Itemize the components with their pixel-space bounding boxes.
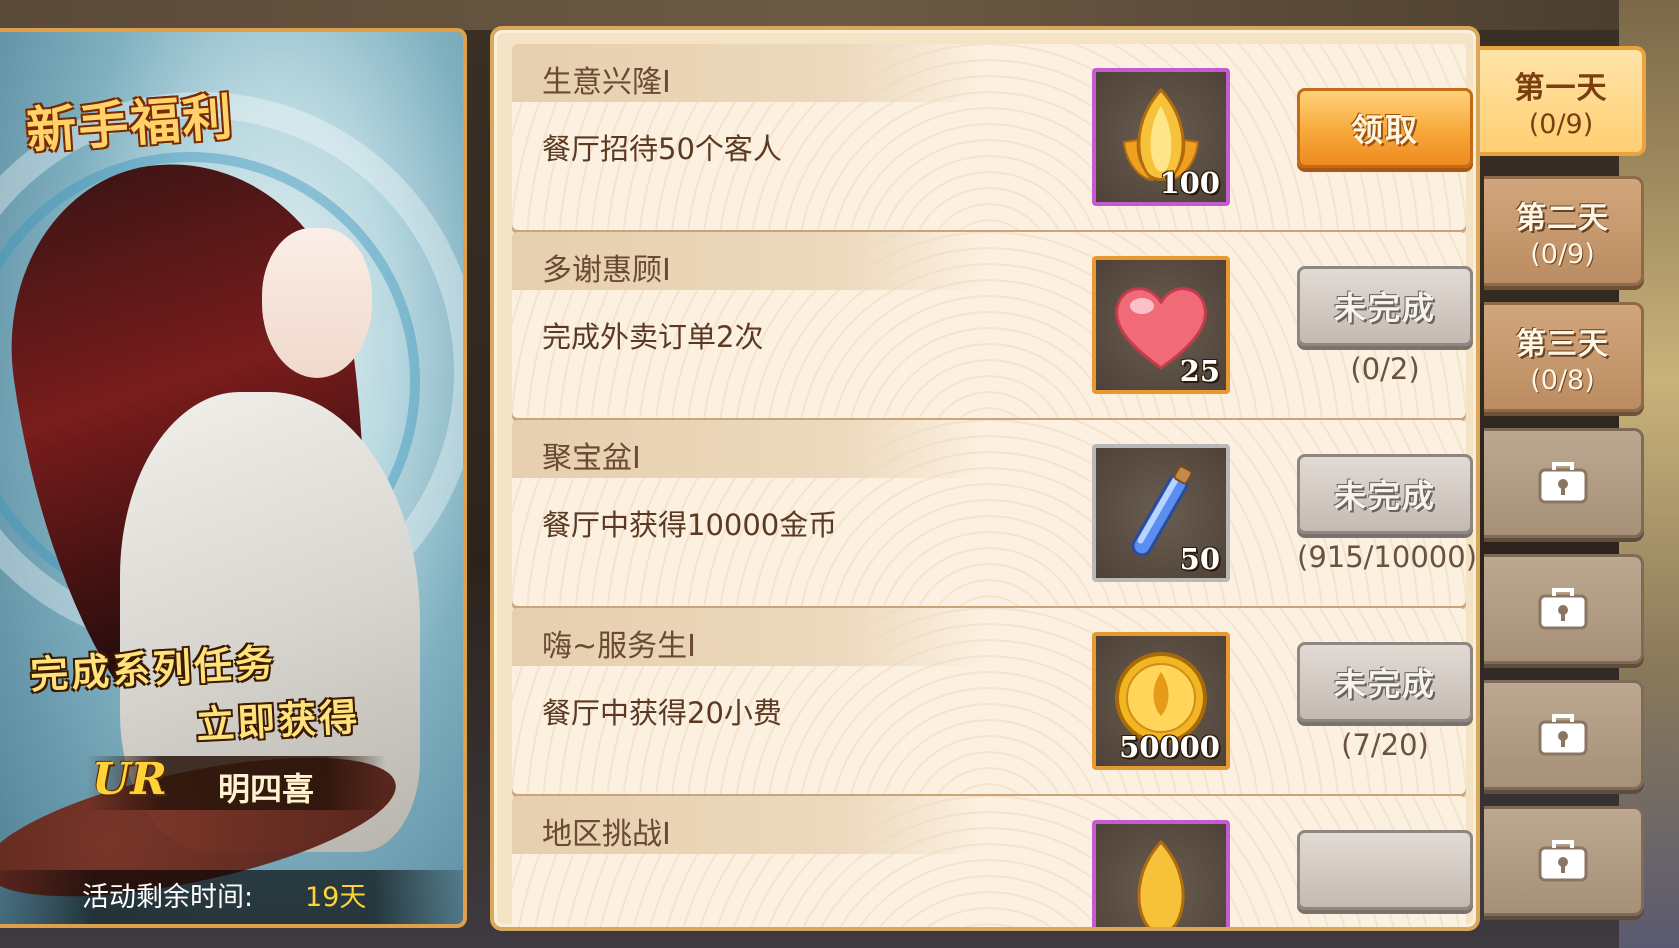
reward-slot[interactable]: 50 — [1092, 444, 1230, 582]
golden-flame-bud-icon — [1137, 839, 1185, 927]
task-title: 嗨~服务生I — [542, 629, 696, 664]
incomplete-button[interactable]: 未完成 — [1297, 642, 1473, 722]
tab-day-count: (0/9) — [1530, 238, 1595, 270]
event-timer-label: 活动剩余时间: — [82, 882, 254, 913]
task-title: 聚宝盆I — [542, 441, 641, 476]
banner-title: 新手福利 — [24, 86, 237, 161]
reward-slot[interactable]: 100 — [1092, 68, 1230, 206]
lock-icon — [1534, 708, 1592, 762]
task-description: 餐厅招待50个客人 — [542, 132, 782, 166]
task-progress: (7/20) — [1341, 728, 1429, 762]
reward-count: 50 — [1179, 542, 1220, 576]
incomplete-button[interactable]: 未完成 — [1297, 454, 1473, 534]
tab-day-2[interactable]: 第二天 (0/9) — [1484, 176, 1644, 286]
lock-icon — [1534, 834, 1592, 888]
tab-day-label: 第一天 — [1514, 70, 1608, 106]
tab-day-count: (0/9) — [1528, 108, 1594, 140]
tab-day-count: (0/8) — [1530, 364, 1595, 396]
task-title: 多谢惠顾I — [542, 253, 671, 288]
tab-day-locked[interactable] — [1484, 428, 1644, 538]
promo-text-line2: 立即获得 — [195, 693, 362, 748]
task-title: 生意兴隆I — [542, 65, 671, 100]
hero-face-art — [262, 228, 372, 378]
incomplete-button[interactable] — [1297, 830, 1473, 910]
task-description: 餐厅中获得20小费 — [542, 696, 782, 730]
task-progress: (0/2) — [1350, 352, 1420, 386]
reward-slot[interactable] — [1092, 820, 1230, 927]
reward-slot[interactable]: 50000 — [1092, 632, 1230, 770]
task-card: 嗨~服务生I 餐厅中获得20小费 50000 未完成 (7/20) — [512, 608, 1473, 794]
newbie-welfare-banner: 新手福利 完成系列任务 立即获得 UR 明四喜 活动剩余时间: 19天 — [0, 28, 467, 928]
rarity-badge: UR — [92, 754, 167, 805]
reward-slot[interactable]: 25 — [1092, 256, 1230, 394]
task-card: 聚宝盆I 餐厅中获得10000金币 50 未完成 (915/10000) — [512, 420, 1476, 606]
task-card: 生意兴隆I 餐厅招待50个客人 100 领取 — [512, 44, 1473, 230]
incomplete-button[interactable]: 未完成 — [1297, 266, 1473, 346]
tab-day-3[interactable]: 第三天 (0/8) — [1484, 302, 1644, 412]
task-card: 多谢惠顾I 完成外卖订单2次 25 未完成 (0/2) — [512, 232, 1473, 418]
tab-day-locked[interactable] — [1484, 680, 1644, 790]
task-title: 地区挑战I — [542, 817, 671, 852]
task-description: 餐厅中获得10000金币 — [542, 508, 838, 542]
reward-count: 25 — [1179, 354, 1220, 388]
reward-count: 50000 — [1119, 730, 1220, 764]
reward-count: 100 — [1159, 166, 1220, 200]
tab-day-label: 第二天 — [1516, 200, 1609, 236]
event-timer-value: 19天 — [305, 882, 367, 913]
task-card: 地区挑战I — [512, 796, 1473, 927]
tab-day-locked[interactable] — [1484, 554, 1644, 664]
lock-icon — [1534, 582, 1592, 636]
tab-day-label: 第三天 — [1516, 326, 1609, 362]
lock-icon — [1534, 456, 1592, 510]
task-description: 完成外卖订单2次 — [542, 320, 764, 354]
task-list-panel[interactable]: 生意兴隆I 餐厅招待50个客人 100 领取 多谢惠顾I 完成外卖订单2次 25… — [490, 26, 1480, 931]
task-progress: (915/10000) — [1297, 540, 1478, 574]
hero-name: 明四喜 — [218, 770, 315, 808]
tab-day-1[interactable]: 第一天 (0/9) — [1480, 46, 1646, 156]
claim-button[interactable]: 领取 — [1297, 88, 1473, 168]
tab-day-locked[interactable] — [1484, 806, 1644, 916]
